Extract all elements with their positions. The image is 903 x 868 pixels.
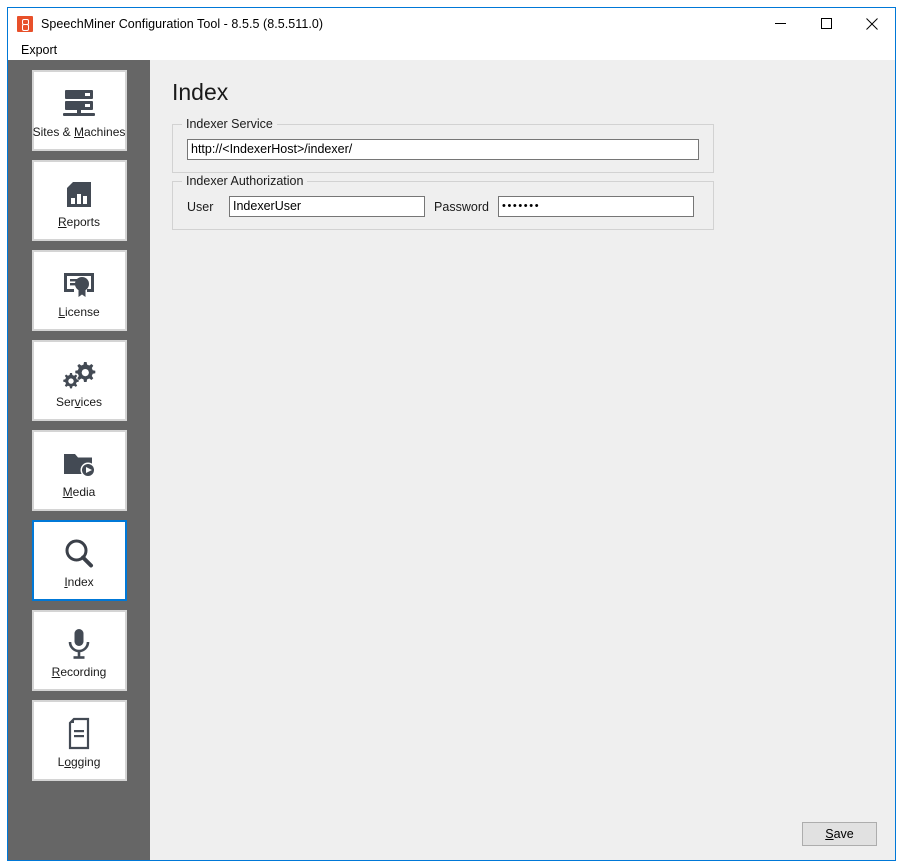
- password-masked-value: •••••••: [502, 200, 541, 212]
- sidebar-item-sites-machines[interactable]: Sites & Machines: [31, 70, 127, 151]
- maximize-icon[interactable]: [803, 8, 849, 39]
- media-folder-icon: [61, 443, 97, 485]
- sidebar-item-label: Sites & Machines: [32, 124, 126, 139]
- menu-bar: Export: [8, 39, 895, 60]
- magnifier-icon: [62, 533, 96, 575]
- sidebar-item-label: License: [58, 304, 100, 319]
- gears-icon: [61, 353, 97, 395]
- sidebar-item-recording[interactable]: Recording: [31, 610, 127, 691]
- sidebar-item-logging[interactable]: Logging: [31, 700, 127, 781]
- indexer-service-url-input[interactable]: http://<IndexerHost>/indexer/: [187, 139, 699, 160]
- sidebar-item-label: Services: [55, 394, 103, 409]
- authorization-fields-row: User IndexerUser Password •••••••: [187, 196, 699, 217]
- window-controls: [757, 8, 895, 39]
- server-rack-icon: [61, 83, 97, 125]
- microphone-icon: [65, 623, 93, 665]
- group-indexer-service: Indexer Service http://<IndexerHost>/ind…: [172, 117, 714, 173]
- sidebar-item-license[interactable]: License: [31, 250, 127, 331]
- title-bar[interactable]: SpeechMiner Configuration Tool - 8.5.5 (…: [8, 8, 895, 39]
- sidebar-navigation: Sites & Machines Reports License Service…: [8, 60, 150, 860]
- indexer-user-input[interactable]: IndexerUser: [229, 196, 425, 217]
- group-title: Indexer Service: [182, 117, 277, 131]
- page-title: Index: [172, 79, 229, 105]
- sidebar-item-label: Media: [62, 484, 96, 499]
- sidebar-item-label: Logging: [57, 754, 101, 769]
- indexer-password-input[interactable]: •••••••: [498, 196, 694, 217]
- close-icon[interactable]: [849, 8, 895, 39]
- sidebar-item-label: Index: [64, 574, 94, 589]
- window-title: SpeechMiner Configuration Tool - 8.5.5 (…: [41, 16, 324, 31]
- group-title: Indexer Authorization: [182, 174, 308, 188]
- sidebar-item-label: Reports: [57, 214, 101, 229]
- save-button[interactable]: Save: [802, 822, 877, 846]
- application-window: SpeechMiner Configuration Tool - 8.5.5 (…: [7, 7, 896, 861]
- document-lines-icon: [65, 713, 93, 755]
- certificate-icon: [61, 263, 97, 305]
- content-panel: Index Indexer Service http://<IndexerHos…: [150, 60, 895, 860]
- window-body: Sites & Machines Reports License Service…: [8, 60, 895, 860]
- speechminer-logo-icon: [17, 15, 33, 32]
- sidebar-item-reports[interactable]: Reports: [31, 160, 127, 241]
- footer-actions: Save: [802, 822, 877, 846]
- user-label: User: [187, 199, 214, 214]
- sidebar-item-index[interactable]: Index: [31, 520, 127, 601]
- password-label: Password: [434, 199, 489, 214]
- minimize-icon[interactable]: [757, 8, 803, 39]
- group-indexer-authorization: Indexer Authorization User IndexerUser P…: [172, 174, 714, 230]
- menu-item-export[interactable]: Export: [17, 42, 61, 58]
- sidebar-item-media[interactable]: Media: [31, 430, 127, 511]
- report-chart-icon: [64, 173, 94, 215]
- sidebar-item-services[interactable]: Services: [31, 340, 127, 421]
- sidebar-item-label: Recording: [51, 664, 107, 679]
